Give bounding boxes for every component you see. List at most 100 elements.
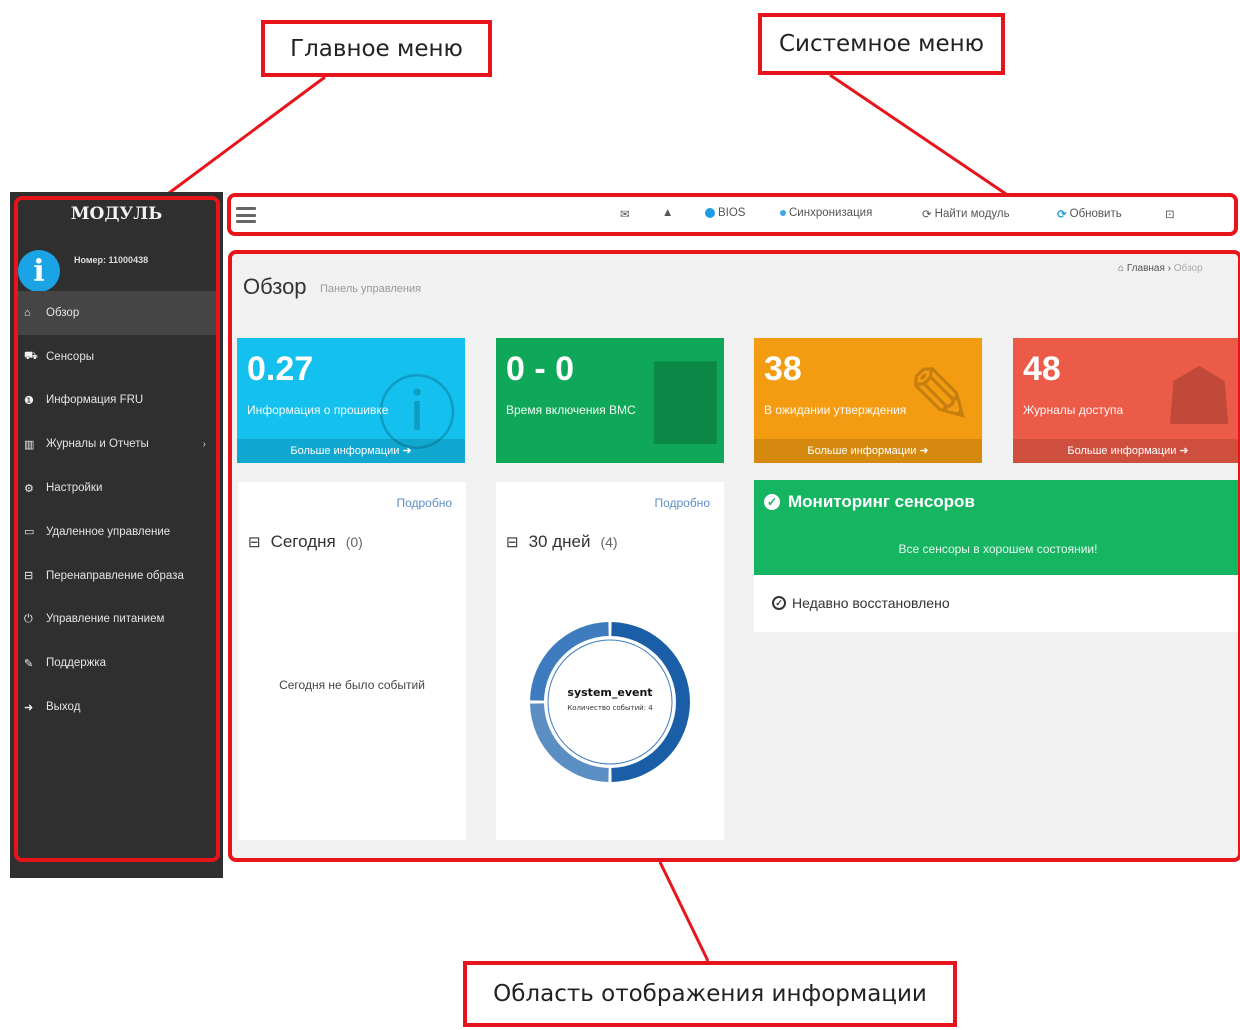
power-icon: ⏻ xyxy=(24,612,33,625)
pushpin-icon: ✎ xyxy=(906,352,974,441)
sidebar-item-label: Перенаправление образа xyxy=(46,569,184,582)
sensor-status-message: Все сенсоры в хорошем состоянии! xyxy=(898,542,1098,556)
event-count: (0) xyxy=(345,534,363,550)
menu-icon[interactable] xyxy=(236,207,256,223)
sidebar-item-label: Обзор xyxy=(46,306,80,319)
donut-inner-ring xyxy=(547,639,673,765)
stat-value: 38 xyxy=(764,350,802,388)
chevron-right-icon: › xyxy=(202,438,206,450)
find-module-button[interactable]: ⟳ Найти модуль xyxy=(922,207,1010,221)
check-circle-icon: ✓ xyxy=(764,494,780,510)
donut-slice[interactable] xyxy=(530,703,609,782)
sensor-status-header: ✓ Мониторинг сенсоров Все сенсоры в хоро… xyxy=(754,480,1240,575)
sync-icon xyxy=(780,210,786,216)
sidebar-item-label: Сенсоры xyxy=(46,350,94,363)
sensor-title: ✓ Мониторинг сенсоров xyxy=(764,492,975,512)
month-events-panel: Подробно ⊟ 30 дней (4) system_event Коли… xyxy=(496,482,724,840)
panel-title: Сегодня xyxy=(270,532,336,551)
today-events-panel: Подробно ⊟ Сегодня (0) Сегодня не было с… xyxy=(238,482,466,840)
breadcrumb-current: Обзор xyxy=(1173,263,1203,274)
callout-line-system xyxy=(829,73,1007,196)
stat-value: 48 xyxy=(1023,350,1061,388)
refresh-icon: ⟳ xyxy=(1057,209,1067,221)
user-info-icon[interactable]: i xyxy=(18,250,60,292)
car-icon: ⛟ xyxy=(24,349,38,362)
callout-line-info xyxy=(658,861,710,962)
stat-value: 0.27 xyxy=(247,350,314,388)
sidebar-item-label: Поддержка xyxy=(46,657,106,670)
panel-heading: ⊟ 30 дней (4) xyxy=(506,532,618,552)
sidebar-item-fru[interactable]: ❶ Информация FRU xyxy=(14,379,220,423)
breadcrumb-home[interactable]: Главная xyxy=(1127,263,1165,274)
callout-info-area: Область отображения информации xyxy=(463,961,957,1027)
callout-line-main xyxy=(164,75,326,198)
stat-label: Журналы доступа xyxy=(1023,403,1124,417)
sidebar-item-power[interactable]: ⏻ Управление питанием xyxy=(14,598,220,642)
sidebar-item-logout[interactable]: ➜ Выход xyxy=(14,685,220,729)
sign-out-icon: ➜ xyxy=(24,701,34,714)
envelope-icon[interactable]: ✉ xyxy=(620,207,630,221)
inbox-icon: ⊟ xyxy=(248,534,261,551)
sidebar-item-remote[interactable]: ▭ Удаленное управление xyxy=(14,510,220,554)
brand-title: МОДУЛЬ xyxy=(70,204,163,224)
inbox-icon: ⊟ xyxy=(506,534,519,551)
monitor-icon: ▭ xyxy=(24,526,35,539)
check-circle-icon: ✓ xyxy=(772,596,786,610)
more-info-link[interactable]: Больше информации ➜ xyxy=(754,439,982,463)
more-info-link[interactable]: Больше информации ➜ xyxy=(1013,439,1240,463)
page-title: Обзор xyxy=(243,274,307,299)
bios-status-button[interactable]: BIOS xyxy=(705,207,745,219)
donut-slice[interactable] xyxy=(611,622,690,782)
stat-label: Информация о прошивке xyxy=(247,403,389,417)
find-module-label: Найти модуль xyxy=(934,208,1010,220)
donut-slices xyxy=(530,622,690,782)
sensor-monitoring-card: ✓ Мониторинг сенсоров Все сенсоры в хоро… xyxy=(754,480,1240,632)
pending-approval-box: ✎ 38 В ожидании утверждения Больше инфор… xyxy=(754,338,982,463)
sidebar-item-logs[interactable]: ▥ Журналы и Отчеты › xyxy=(14,422,220,466)
warning-icon[interactable]: ▲ xyxy=(662,207,673,219)
callout-main-menu: Главное меню xyxy=(261,20,492,77)
more-info-link[interactable]: Больше информации ➜ xyxy=(237,439,465,463)
event-count: (4) xyxy=(600,534,618,550)
panel-heading: ⊟ Сегодня (0) xyxy=(248,532,363,552)
bmc-uptime-box: ▇ 0 - 0 Время включения BMC xyxy=(496,338,724,463)
recently-restored-link[interactable]: ✓ Недавно восстановлено xyxy=(772,595,950,611)
refresh-label: Обновить xyxy=(1069,208,1122,220)
sidebar-item-label: Настройки xyxy=(46,482,103,495)
power-off-icon[interactable]: ⊡ xyxy=(1165,207,1175,221)
sidebar-item-overview[interactable]: ⌂ Обзор xyxy=(14,291,220,335)
details-link[interactable]: Подробно xyxy=(654,496,710,510)
stat-value: 0 - 0 xyxy=(506,350,575,388)
gear-icon: ⚙ xyxy=(24,482,34,495)
find-module-icon: ⟳ xyxy=(922,209,932,221)
screenshot-stage: Главное меню Системное меню Область отоб… xyxy=(0,0,1240,1030)
bios-label: BIOS xyxy=(718,207,746,219)
bar-chart-icon: ▥ xyxy=(24,438,35,451)
sidebar-item-settings[interactable]: ⚙ Настройки xyxy=(14,466,220,510)
sidebar-item-sensors[interactable]: ⛟ Сенсоры xyxy=(14,335,220,379)
donut-center-title: system_event xyxy=(567,686,652,699)
bar-chart-icon: ▇ xyxy=(654,352,716,441)
sidebar-item-label: Информация FRU xyxy=(46,394,144,407)
sidebar-item-image-redirect[interactable]: ⊟ Перенаправление образа xyxy=(14,554,220,598)
access-logs-box: ☗ 48 Журналы доступа Больше информации ➜ xyxy=(1013,338,1240,463)
stat-label: Время включения BMC xyxy=(506,403,636,417)
sidebar-item-label: Журналы и Отчеты xyxy=(46,438,149,451)
refresh-button[interactable]: ⟳ Обновить xyxy=(1057,207,1122,221)
events-donut-chart: system_event Количество событий: 4 xyxy=(530,622,690,782)
panel-title: 30 дней xyxy=(528,532,591,551)
sync-button[interactable]: Синхронизация xyxy=(780,207,872,219)
donut-center-subtitle: Количество событий: 4 xyxy=(567,704,653,712)
main-menu: ⌂ Обзор ⛟ Сенсоры ❶ Информация FRU ▥ Жур… xyxy=(14,291,220,729)
sidebar-item-label: Удаленное управление xyxy=(46,525,171,538)
home-icon: ⌂ xyxy=(24,306,31,319)
stat-label: В ожидании утверждения xyxy=(764,403,907,417)
sync-label: Синхронизация xyxy=(789,207,873,219)
user-icon: ☗ xyxy=(1163,352,1235,441)
page-subtitle: Панель управления xyxy=(320,283,422,295)
details-link[interactable]: Подробно xyxy=(396,496,452,510)
sidebar-item-support[interactable]: ✎ Поддержка xyxy=(14,641,220,685)
disk-icon: ⊟ xyxy=(24,570,34,583)
bios-status-icon xyxy=(705,208,715,218)
recently-restored-label: Недавно восстановлено xyxy=(792,595,950,611)
